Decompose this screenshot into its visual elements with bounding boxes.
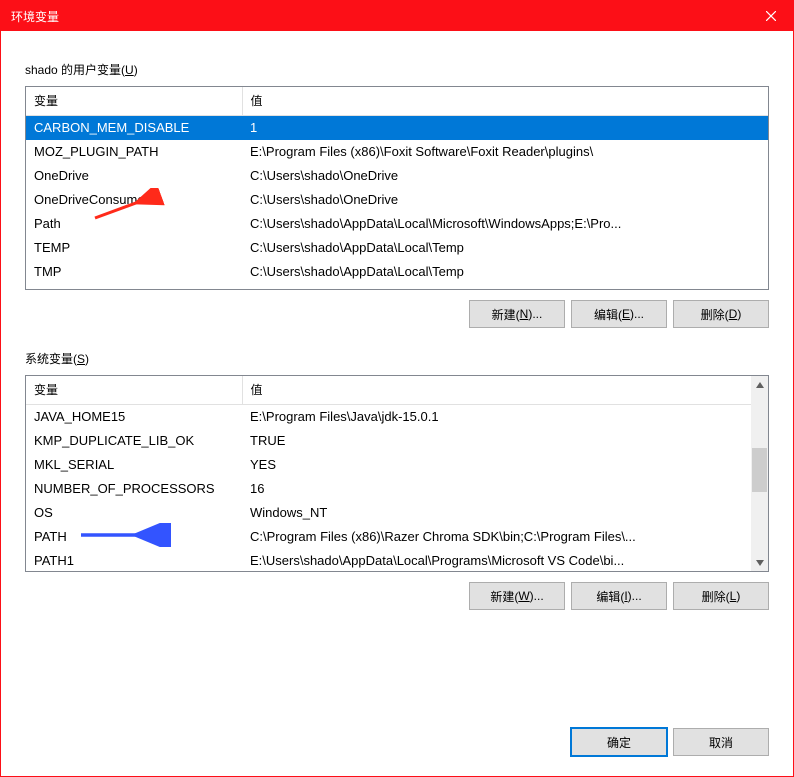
table-row[interactable]: MOZ_PLUGIN_PATHE:\Program Files (x86)\Fo… xyxy=(26,140,768,164)
user-vars-button-row: 新建(N)... 编辑(E)... 删除(D) xyxy=(25,300,769,328)
var-value-cell: C:\Users\shado\OneDrive xyxy=(242,188,768,212)
dialog-footer: 确定 取消 xyxy=(25,702,769,756)
var-name-cell: KMP_DUPLICATE_LIB_OK xyxy=(26,429,242,453)
user-vars-label: shado 的用户变量(U) xyxy=(25,61,769,78)
var-value-cell: E:\Program Files (x86)\Foxit Software\Fo… xyxy=(242,140,768,164)
var-value-cell: 1 xyxy=(242,116,768,141)
title-bar: 环境变量 xyxy=(1,1,793,31)
col-value[interactable]: 值 xyxy=(242,376,768,405)
scroll-thumb[interactable] xyxy=(752,448,767,492)
var-name-cell: PATH1 xyxy=(26,549,242,572)
var-value-cell: Windows_NT xyxy=(242,501,768,525)
table-row[interactable]: TEMPC:\Users\shado\AppData\Local\Temp xyxy=(26,236,768,260)
var-value-cell: 16 xyxy=(242,477,768,501)
scroll-arrow-down-icon[interactable] xyxy=(751,554,768,571)
var-value-cell: E:\Users\shado\AppData\Local\Programs\Mi… xyxy=(242,549,768,572)
var-name-cell: MOZ_PLUGIN_PATH xyxy=(26,140,242,164)
var-value-cell: TRUE xyxy=(242,429,768,453)
sys-edit-button[interactable]: 编辑(I)... xyxy=(571,582,667,610)
sys-new-button[interactable]: 新建(W)... xyxy=(469,582,565,610)
table-row[interactable]: CARBON_MEM_DISABLE1 xyxy=(26,116,768,141)
var-name-cell: OS xyxy=(26,501,242,525)
table-row[interactable]: PATH1E:\Users\shado\AppData\Local\Progra… xyxy=(26,549,768,572)
col-name[interactable]: 变量 xyxy=(26,376,242,405)
var-name-cell: OneDrive xyxy=(26,164,242,188)
user-delete-button[interactable]: 删除(D) xyxy=(673,300,769,328)
table-row[interactable]: OSWindows_NT xyxy=(26,501,768,525)
ok-button[interactable]: 确定 xyxy=(571,728,667,756)
table-row[interactable]: OneDriveConsumerC:\Users\shado\OneDrive xyxy=(26,188,768,212)
sys-delete-button[interactable]: 删除(L) xyxy=(673,582,769,610)
sys-vars-table[interactable]: 变量 值 JAVA_HOME15E:\Program Files\Java\jd… xyxy=(25,375,769,572)
var-value-cell: YES xyxy=(242,453,768,477)
var-value-cell: C:\Users\shado\AppData\Local\Microsoft\W… xyxy=(242,212,768,236)
table-row[interactable]: TMPC:\Users\shado\AppData\Local\Temp xyxy=(26,260,768,284)
sys-vars-scrollbar[interactable] xyxy=(751,376,768,571)
var-value-cell: C:\Users\shado\AppData\Local\Temp xyxy=(242,260,768,284)
var-value-cell: C:\Program Files (x86)\Razer Chroma SDK\… xyxy=(242,525,768,549)
sys-vars-button-row: 新建(W)... 编辑(I)... 删除(L) xyxy=(25,582,769,610)
dialog-body: shado 的用户变量(U) 变量 值 CARBON_MEM_DISABLE1M… xyxy=(1,31,793,776)
table-row[interactable]: JAVA_HOME15E:\Program Files\Java\jdk-15.… xyxy=(26,405,768,430)
cancel-button[interactable]: 取消 xyxy=(673,728,769,756)
close-button[interactable] xyxy=(748,1,793,31)
table-row[interactable]: NUMBER_OF_PROCESSORS16 xyxy=(26,477,768,501)
var-name-cell: TMP xyxy=(26,260,242,284)
var-value-cell: C:\Users\shado\AppData\Local\Temp xyxy=(242,236,768,260)
table-row[interactable]: MKL_SERIALYES xyxy=(26,453,768,477)
var-name-cell: Path xyxy=(26,212,242,236)
user-new-button[interactable]: 新建(N)... xyxy=(469,300,565,328)
col-name[interactable]: 变量 xyxy=(26,87,242,116)
var-name-cell: JAVA_HOME15 xyxy=(26,405,242,430)
sys-vars-label: 系统变量(S) xyxy=(25,350,769,367)
table-header-row: 变量 值 xyxy=(26,87,768,116)
var-name-cell: NUMBER_OF_PROCESSORS xyxy=(26,477,242,501)
table-row[interactable]: KMP_DUPLICATE_LIB_OKTRUE xyxy=(26,429,768,453)
var-name-cell: PATH xyxy=(26,525,242,549)
var-value-cell: E:\Program Files\Java\jdk-15.0.1 xyxy=(242,405,768,430)
col-value[interactable]: 值 xyxy=(242,87,768,116)
table-row[interactable]: PATHC:\Program Files (x86)\Razer Chroma … xyxy=(26,525,768,549)
table-row[interactable]: OneDriveC:\Users\shado\OneDrive xyxy=(26,164,768,188)
user-edit-button[interactable]: 编辑(E)... xyxy=(571,300,667,328)
table-header-row: 变量 值 xyxy=(26,376,768,405)
var-name-cell: MKL_SERIAL xyxy=(26,453,242,477)
table-row[interactable]: PathC:\Users\shado\AppData\Local\Microso… xyxy=(26,212,768,236)
var-name-cell: CARBON_MEM_DISABLE xyxy=(26,116,242,141)
close-icon xyxy=(766,11,776,21)
window-title: 环境变量 xyxy=(11,8,748,25)
var-name-cell: TEMP xyxy=(26,236,242,260)
var-value-cell: C:\Users\shado\OneDrive xyxy=(242,164,768,188)
var-name-cell: OneDriveConsumer xyxy=(26,188,242,212)
scroll-arrow-up-icon[interactable] xyxy=(751,376,768,393)
user-vars-table[interactable]: 变量 值 CARBON_MEM_DISABLE1MOZ_PLUGIN_PATHE… xyxy=(25,86,769,290)
